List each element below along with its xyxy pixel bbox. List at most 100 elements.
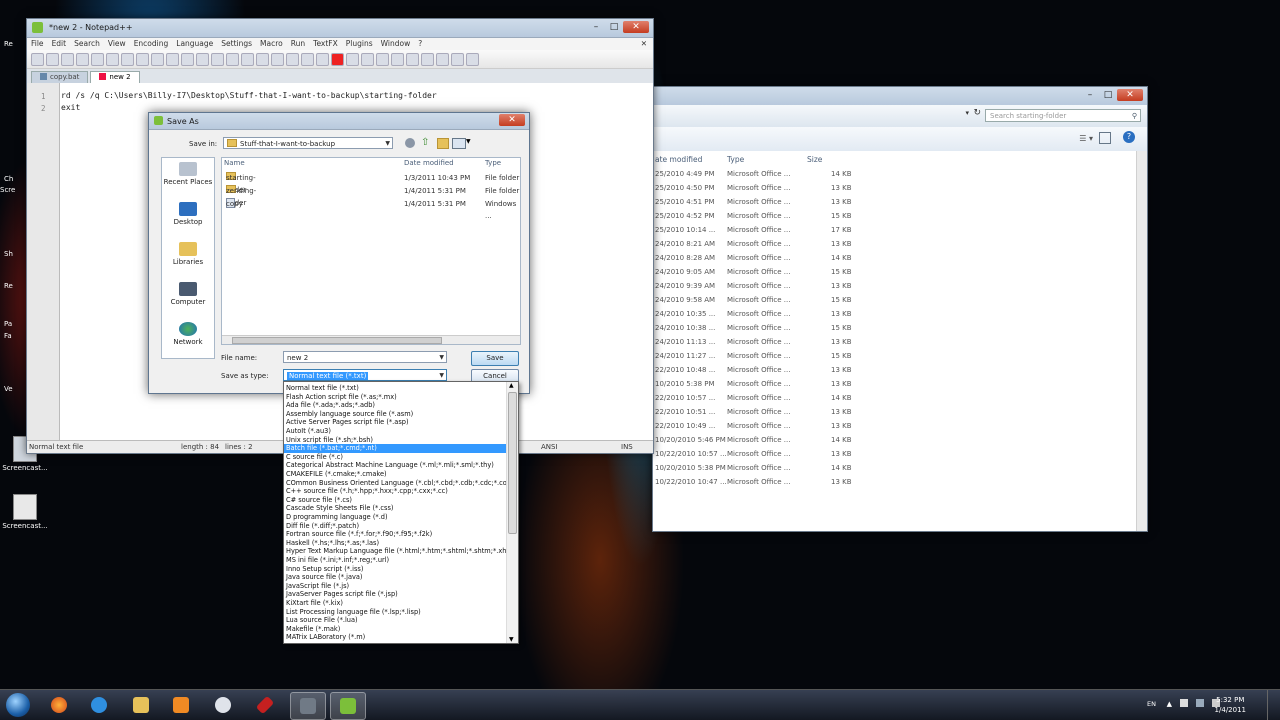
indent-guide-icon[interactable] [316,52,329,66]
desktop-edge-icon[interactable]: Sh [0,250,22,260]
file-row[interactable]: copy 1/4/2011 5:31 PM Windows ... [222,198,520,220]
close-document-icon[interactable]: ✕ [641,38,647,50]
zoom-in-icon[interactable] [241,52,254,66]
save-macro-icon[interactable] [391,52,404,66]
type-option[interactable]: COmmon Business Oriented Language (*.cbl… [284,479,506,488]
code-line[interactable]: rd /s /q C:\Users\Billy-I7\Desktop\Stuff… [61,91,437,100]
table-row[interactable]: 25/2010 4:51 PM Microsoft Office ... 13 KB [653,195,1137,209]
type-option[interactable]: Makefile (*.mak) [284,625,506,634]
type-option[interactable]: Normal text file (*.txt) [284,384,506,393]
view-options-icon[interactable]: ☰ ▾ [1079,134,1093,143]
type-option[interactable]: Batch file (*.bat;*.cmd;*.nt) [284,444,506,453]
type-option[interactable]: D programming language (*.d) [284,513,506,522]
help-icon[interactable]: ? [1123,131,1135,143]
menu-macro[interactable]: Macro [260,38,283,50]
preview-pane-icon[interactable] [1099,132,1111,144]
up-folder-icon[interactable]: ⇧ [421,137,429,148]
close-button[interactable]: ✕ [623,21,649,33]
column-name[interactable]: Name [224,159,245,167]
menu-plugins[interactable]: Plugins [346,38,373,50]
copy-icon[interactable] [151,52,164,66]
close-button[interactable]: ✕ [1117,89,1143,101]
desktop-edge-icon[interactable]: Re [0,282,22,292]
file-row[interactable]: starting-folder 1/3/2011 10:43 PM File f… [222,172,520,194]
refresh-icon[interactable]: ↻ [973,108,981,118]
menu-search[interactable]: Search [74,38,100,50]
desktop-edge-icon[interactable]: Re [0,30,22,48]
column-date-modified[interactable]: ate modified [655,155,702,164]
taskbar-internet-explorer[interactable] [82,692,116,718]
column-type[interactable]: Type [727,155,744,164]
tab-copy-bat[interactable]: copy.bat [31,71,89,83]
show-all-chars-icon[interactable] [301,52,314,66]
cut-icon[interactable] [136,52,149,66]
type-option[interactable]: Categorical Abstract Machine Language (*… [284,461,506,470]
type-option[interactable]: C source file (*.c) [284,453,506,462]
replace-icon[interactable] [226,52,239,66]
chevron-down-icon[interactable]: ▼ [466,138,471,145]
plugin-icon[interactable] [451,52,464,66]
table-row[interactable]: 24/2010 8:28 AM Microsoft Office ... 14 KB [653,251,1137,265]
type-option[interactable]: JavaServer Pages script file (*.jsp) [284,590,506,599]
type-option[interactable]: C++ source file (*.h;*.hpp;*.hxx;*.cpp;*… [284,487,506,496]
type-option[interactable]: MATrix LABoratory (*.m) [284,633,506,642]
type-option[interactable]: KiXtart file (*.kix) [284,599,506,608]
move-down-icon[interactable] [436,52,449,66]
zoom-out-icon[interactable] [256,52,269,66]
open-file-icon[interactable] [46,52,59,66]
table-row[interactable]: 24/2010 10:35 ... Microsoft Office ... 13 … [653,307,1137,321]
taskbar-clock-app[interactable] [206,692,240,718]
explorer-titlebar[interactable]: – □ ✕ [653,87,1147,106]
action-center-icon[interactable] [1180,699,1188,707]
type-option[interactable]: Lua source File (*.lua) [284,616,506,625]
textfx-icon[interactable] [406,52,419,66]
place-libraries[interactable]: Libraries [162,242,214,266]
type-option[interactable]: Unix script file (*.sh;*.bsh) [284,436,506,445]
save-in-dropdown[interactable]: Stuff-that-I-want-to-backup ▼ [223,137,393,149]
type-option[interactable]: Hyper Text Markup Language file (*.html;… [284,547,506,556]
type-option[interactable]: Assembly language source file (*.asm) [284,410,506,419]
table-row[interactable]: 10/2010 5:38 PM Microsoft Office ... 13 KB [653,377,1137,391]
desktop-edge-icon[interactable]: Ve [0,385,22,395]
save-icon[interactable] [61,52,74,66]
type-option[interactable]: Active Server Pages script file (*.asp) [284,418,506,427]
minimize-button[interactable]: – [1081,89,1099,101]
type-option[interactable]: Haskell (*.hs;*.lhs;*.as;*.las) [284,539,506,548]
table-row[interactable]: 10/22/2010 10:47 ... Microsoft Office ...… [653,475,1137,489]
menu-help[interactable]: ? [418,38,422,50]
dialog-close-button[interactable]: ✕ [499,114,525,126]
stop-macro-icon[interactable] [346,52,359,66]
table-row[interactable]: 24/2010 9:05 AM Microsoft Office ... 15 KB [653,265,1137,279]
new-file-icon[interactable] [31,52,44,66]
maximize-button[interactable]: □ [605,21,623,33]
type-option[interactable]: Ada file (*.ada;*.ads;*.adb) [284,401,506,410]
spell-check-icon[interactable] [466,52,479,66]
close-icon[interactable] [91,52,104,66]
desktop-edge-icon[interactable]: Pa [0,320,22,330]
record-macro-icon[interactable] [331,52,344,66]
minimize-button[interactable]: – [587,21,605,33]
menu-textfx[interactable]: TextFX [313,38,338,50]
column-date-modified[interactable]: Date modified [404,159,454,167]
scroll-up-icon[interactable]: ▲ [509,382,514,389]
close-all-icon[interactable] [106,52,119,66]
type-option[interactable]: JavaScript file (*.js) [284,582,506,591]
start-button[interactable] [6,693,30,717]
new-folder-icon[interactable] [437,138,449,149]
menu-view[interactable]: View [108,38,126,50]
type-option[interactable]: Cascade Style Sheets File (*.css) [284,504,506,513]
word-wrap-icon[interactable] [286,52,299,66]
dialog-titlebar[interactable]: Save As ✕ [149,113,529,130]
address-dropdown-icon[interactable]: ▾ [965,109,969,117]
menu-window[interactable]: Window [381,38,411,50]
show-hidden-icons-icon[interactable]: ▲ [1167,700,1172,708]
place-desktop[interactable]: Desktop [162,202,214,226]
taskbar-pinned-app[interactable] [248,692,282,718]
desktop-edge-icon[interactable]: Scre [0,186,22,196]
notepad-titlebar[interactable]: *new 2 - Notepad++ – □ ✕ [27,19,653,38]
scroll-thumb[interactable] [232,337,442,344]
table-row[interactable]: 25/2010 10:14 ... Microsoft Office ... 17 … [653,223,1137,237]
place-computer[interactable]: Computer [162,282,214,306]
type-option[interactable]: Fortran source file (*.f;*.for;*.f90;*.f… [284,530,506,539]
explorer-search-input[interactable]: Search starting-folder ⚲ [985,109,1141,122]
